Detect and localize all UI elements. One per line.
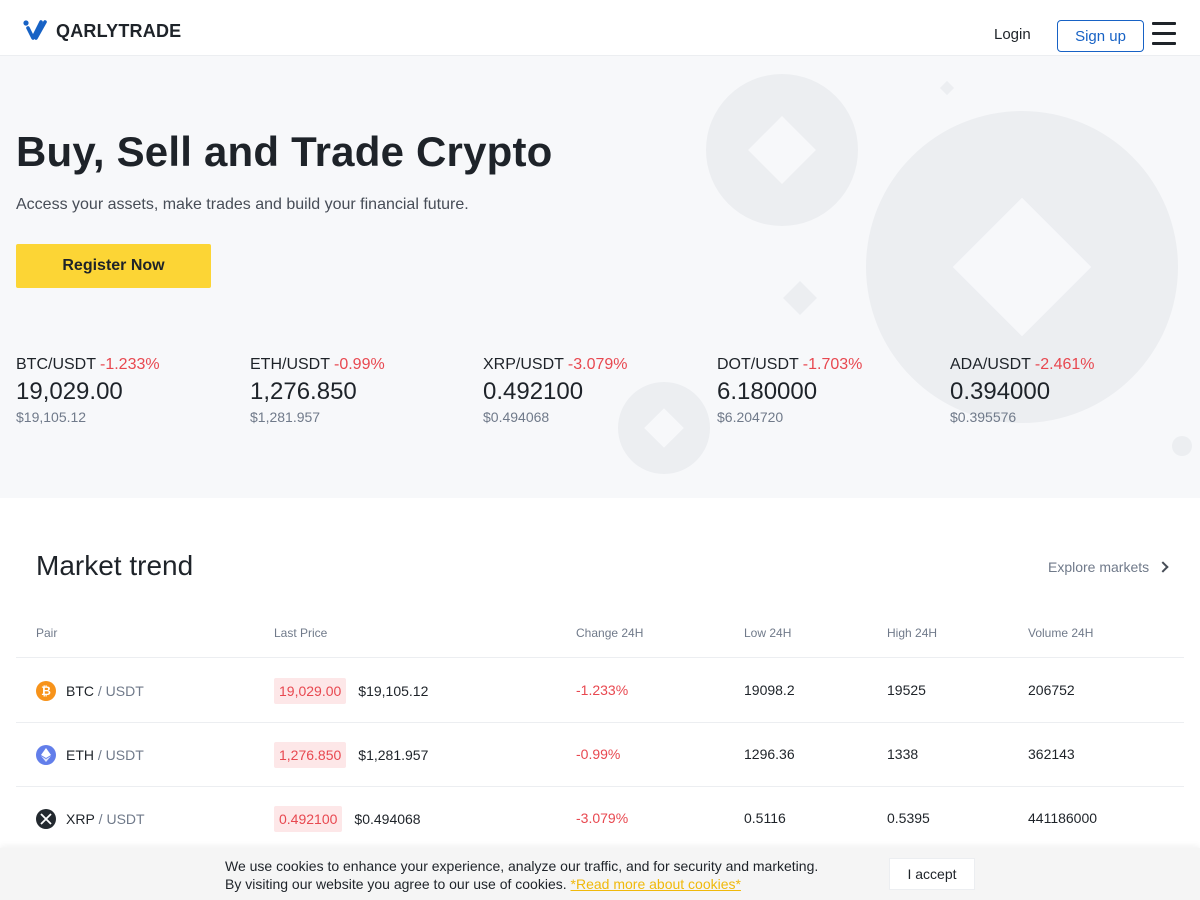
high-24h: 1338 [887, 746, 919, 762]
logo-icon [23, 20, 47, 40]
decorative-dot [939, 80, 955, 96]
ticker-change: -2.461% [1034, 356, 1095, 373]
cookie-read-more-link[interactable]: *Read more about cookies* [571, 876, 741, 892]
last-price: 1,276.850 [274, 742, 347, 768]
hero-title: Buy, Sell and Trade Crypto [16, 128, 553, 175]
ticker-usd: $6.204720 [717, 409, 784, 425]
ticker-pair: ADA/USDT [950, 356, 1031, 373]
explore-markets-link[interactable]: Explore markets [1048, 559, 1169, 575]
ticker-price: 6.180000 [717, 378, 818, 405]
low-24h: 0.5116 [744, 810, 786, 826]
decorative-rhombus [783, 281, 817, 315]
ticker-price: 0.492100 [483, 378, 584, 405]
xrp-icon [36, 809, 56, 829]
cookie-banner: We use cookies to enhance your experienc… [0, 848, 1200, 900]
col-last-price[interactable]: Last Price [274, 626, 327, 640]
ticker-price: 0.394000 [950, 378, 1051, 405]
ticker-pair: ETH/USDT [250, 356, 330, 373]
ticker-change: -1.233% [100, 356, 160, 373]
ethereum-icon [36, 745, 56, 765]
col-volume[interactable]: Volume 24H [1028, 626, 1093, 640]
explore-label: Explore markets [1048, 559, 1150, 575]
col-pair[interactable]: Pair [36, 626, 57, 640]
ticker-dot[interactable]: DOT/USDT -1.703% 6.180000 $6.204720 [717, 356, 937, 425]
ticker-price: 19,029.00 [16, 378, 123, 405]
pair-quote: / USDT [94, 747, 144, 763]
accept-cookies-button[interactable]: I accept [889, 858, 975, 890]
high-24h: 19525 [887, 682, 926, 698]
table-row[interactable]: ETH / USDT 1,276.850 $1,281.957 -0.99% 1… [16, 723, 1184, 787]
ticker-price: 1,276.850 [250, 378, 357, 405]
volume-24h: 441186000 [1028, 810, 1098, 826]
ticker-btc[interactable]: BTC/USDT -1.233% 19,029.00 $19,105.12 [16, 356, 236, 425]
col-high[interactable]: High 24H [887, 626, 937, 640]
table-row[interactable]: XRP / USDT 0.492100 $0.494068 -3.079% 0.… [16, 787, 1184, 851]
bitcoin-icon: ₿ [36, 681, 56, 701]
ticker-ada[interactable]: ADA/USDT -2.461% 0.394000 $0.395576 [950, 356, 1170, 425]
ticker-pair: BTC/USDT [16, 356, 96, 373]
low-24h: 1296.36 [744, 746, 795, 762]
pair-base: BTC [66, 683, 94, 699]
volume-24h: 362143 [1028, 746, 1075, 762]
col-low[interactable]: Low 24H [744, 626, 791, 640]
top-header: QARLYTRADE Login Sign up [0, 0, 1200, 56]
high-24h: 0.5395 [887, 810, 930, 826]
market-table-header: Pair Last Price Change 24H Low 24H High … [16, 618, 1184, 658]
last-price: 19,029.00 [274, 678, 347, 704]
ticker-pair: XRP/USDT [483, 356, 564, 373]
ticker-change: -3.079% [567, 356, 628, 373]
hero-subtitle: Access your assets, make trades and buil… [16, 196, 469, 213]
brand-logo[interactable]: QARLYTRADE [23, 20, 181, 42]
pair-base: XRP [66, 811, 95, 827]
volume-24h: 206752 [1028, 682, 1075, 698]
market-title: Market trend [36, 550, 194, 581]
ticker-usd: $0.494068 [483, 409, 550, 425]
ticker-strip: BTC/USDT -1.233% 19,029.00 $19,105.12 ETH… [16, 356, 1184, 436]
register-now-button[interactable]: Register Now [16, 244, 211, 288]
cookie-line-2: By visiting our website you agree to our… [225, 876, 567, 892]
brand-name: QARLYTRADE [56, 20, 182, 41]
change-24h: -0.99% [576, 746, 621, 762]
ticker-pair: DOT/USDT [717, 356, 799, 373]
ticker-xrp[interactable]: XRP/USDT -3.079% 0.492100 $0.494068 [483, 356, 703, 425]
chevron-right-icon [1157, 561, 1169, 573]
last-price-usd: $19,105.12 [358, 683, 429, 699]
hamburger-menu-icon[interactable] [1152, 22, 1176, 46]
ticker-usd: $0.395576 [950, 409, 1017, 425]
login-link[interactable]: Login [994, 26, 1031, 43]
decorative-half-circle [1172, 436, 1192, 456]
ticker-eth[interactable]: ETH/USDT -0.99% 1,276.850 $1,281.957 [250, 356, 470, 425]
last-price-usd: $1,281.957 [358, 747, 429, 763]
signup-button[interactable]: Sign up [1057, 20, 1144, 52]
ticker-change: -0.99% [334, 356, 385, 373]
pair-quote: / USDT [94, 811, 145, 827]
last-price-usd: $0.494068 [354, 811, 421, 827]
change-24h: -3.079% [576, 810, 629, 826]
cookie-text: We use cookies to enhance your experienc… [225, 857, 818, 893]
col-change[interactable]: Change 24H [576, 626, 643, 640]
cookie-line-1: We use cookies to enhance your experienc… [225, 858, 819, 874]
pair-quote: / USDT [94, 683, 144, 699]
pair-base: ETH [66, 747, 94, 763]
last-price: 0.492100 [274, 806, 343, 832]
hero-section: Buy, Sell and Trade Crypto Access your a… [0, 56, 1200, 498]
table-row[interactable]: ₿ BTC / USDT 19,029.00 $19,105.12 -1.233… [16, 659, 1184, 723]
ticker-usd: $1,281.957 [250, 409, 321, 425]
change-24h: -1.233% [576, 682, 629, 698]
market-trend-section: Market trend Explore markets Pair Last P… [0, 526, 1200, 900]
ticker-change: -1.703% [802, 356, 863, 373]
low-24h: 19098.2 [744, 682, 795, 698]
ticker-usd: $19,105.12 [16, 409, 87, 425]
